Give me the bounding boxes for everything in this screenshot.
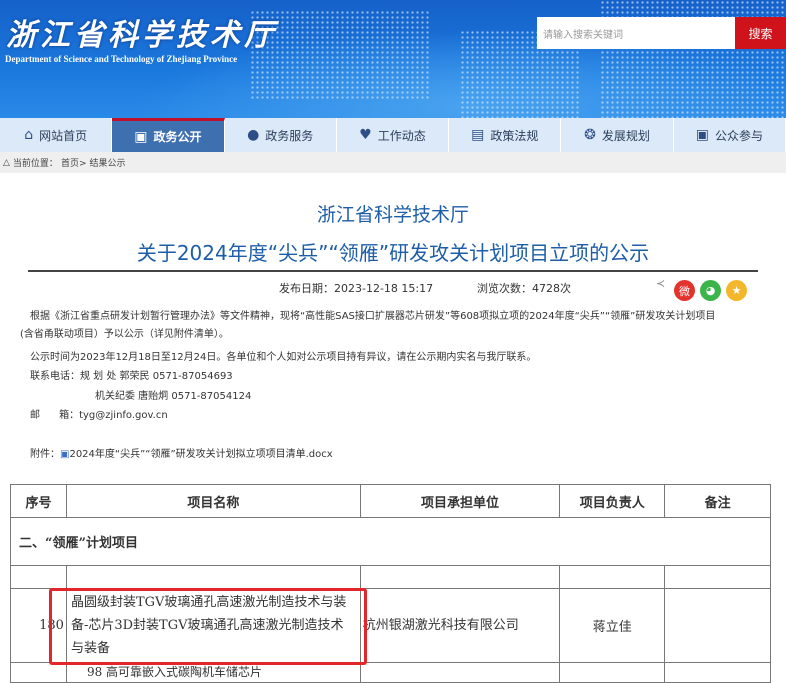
- highlight-box: [49, 588, 367, 665]
- org-icon: ▣: [695, 127, 709, 143]
- nav-services[interactable]: ● 政务服务: [225, 118, 337, 152]
- attachment-link[interactable]: 2024年度“尖兵”“领雁”研发攻关计划拟立项项目清单.docx: [69, 449, 332, 460]
- share-icon[interactable]: ≺: [656, 277, 665, 290]
- paragraph: 根据《浙江省重点研发计划暂行管理办法》等文件精神，现将“高性能SAS接口扩展器芯…: [30, 311, 716, 322]
- publish-date: 发布日期：2023-12-18 15:17: [279, 282, 434, 295]
- col-header: 备注: [664, 484, 771, 518]
- document-icon: ▤: [471, 127, 485, 143]
- section-title: 二、“领雁”计划项目: [10, 517, 771, 566]
- org-icon: ▣: [134, 128, 148, 145]
- site-logo[interactable]: 浙江省科学技术厅: [6, 10, 278, 54]
- nav-news[interactable]: ♥ 工作动态: [337, 118, 450, 152]
- chat-icon: ●: [247, 127, 260, 143]
- main-nav: ⌂ 网站首页 ▣ 政务公开 ● 政务服务 ♥ 工作动态 ▤ 政策法规 ❂ 发展规划 ▣ 公众参…: [0, 118, 786, 152]
- wechat-icon[interactable]: ◕: [700, 280, 721, 301]
- nav-label: 工作动态: [377, 128, 426, 143]
- col-header: 项目承担单位: [359, 484, 561, 518]
- title-divider: [28, 270, 758, 272]
- nav-planning[interactable]: ❂ 发展规划: [561, 118, 674, 152]
- nav-label: 网站首页: [39, 128, 88, 143]
- location-icon: △: [3, 157, 10, 168]
- paragraph: (含省甬联动项目）予以公示（详见附件清单）。: [20, 329, 229, 340]
- search-button[interactable]: 搜索: [735, 17, 786, 49]
- search-input[interactable]: 请输入搜索关键词: [537, 17, 735, 49]
- nav-label: 公众参与: [714, 128, 763, 143]
- nav-policy[interactable]: ▤ 政策法规: [449, 118, 562, 152]
- section-row: 二、“领雁”计划项目: [10, 517, 771, 566]
- breadcrumb-label: 当前位置：: [12, 159, 58, 169]
- cell-note: [664, 588, 771, 663]
- nav-label: 政务服务: [265, 128, 314, 143]
- heart-icon: ♥: [359, 127, 372, 143]
- article-org: 浙江省科学技术厅: [316, 204, 469, 226]
- attachment-label: 附件：: [30, 449, 60, 460]
- col-header: 序号: [10, 484, 67, 518]
- handshake-icon: ❂: [584, 127, 596, 143]
- weibo-icon[interactable]: 微: [674, 280, 695, 301]
- paragraph: 公示时间为2023年12月18日至12月24日。各单位和个人如对公示项目持有异议…: [30, 352, 537, 363]
- table-row: 98 高可靠嵌入式碳陶机车储芯片: [10, 662, 771, 683]
- attachment: 附件：▣2024年度“尖兵”“领雁”研发攻关计划拟立项项目清单.docx: [30, 445, 333, 460]
- home-icon: ⌂: [24, 127, 34, 143]
- site-logo-english: Department of Science and Technology of …: [5, 54, 238, 64]
- nav-home[interactable]: ⌂ 网站首页: [0, 118, 113, 152]
- cell-unit: 杭州银湖激光科技有限公司: [359, 588, 561, 663]
- nav-label: 政策法规: [490, 128, 539, 143]
- contact-email: 邮 箱：tyg@zjinfo.gov.cn: [30, 410, 168, 421]
- nav-label: 发展规划: [601, 128, 650, 143]
- nav-label: 政务公开: [153, 130, 202, 144]
- view-count: 浏览次数：4728次: [477, 282, 571, 295]
- favorite-icon[interactable]: ★: [726, 280, 747, 301]
- col-header: 项目负责人: [559, 484, 666, 518]
- table-header-row: 序号 项目名称 项目承担单位 项目负责人 备注: [10, 484, 771, 518]
- nav-gov-affairs[interactable]: ▣ 政务公开: [112, 118, 225, 152]
- nav-participation[interactable]: ▣ 公众参与: [674, 118, 786, 152]
- cell-project-name: 98 高可靠嵌入式碳陶机车储芯片: [65, 662, 361, 683]
- cell-leader: 蒋立佳: [559, 588, 666, 663]
- breadcrumb: △ 当前位置： 首页> 结果公示: [0, 152, 786, 173]
- col-header: 项目名称: [65, 484, 361, 518]
- breadcrumb-current[interactable]: 结果公示: [89, 156, 125, 169]
- page-title: 关于2024年度“尖兵”“领雁”研发攻关计划项目立项的公示: [136, 241, 650, 265]
- contact-phone-2: 机关纪委 唐贻炯 0571-87054124: [95, 391, 252, 402]
- contact-phone: 联系电话：规 划 处 郭荣民 0571-87054693: [30, 371, 233, 382]
- table-row: [10, 565, 771, 589]
- breadcrumb-home-link[interactable]: 首页>: [61, 156, 87, 169]
